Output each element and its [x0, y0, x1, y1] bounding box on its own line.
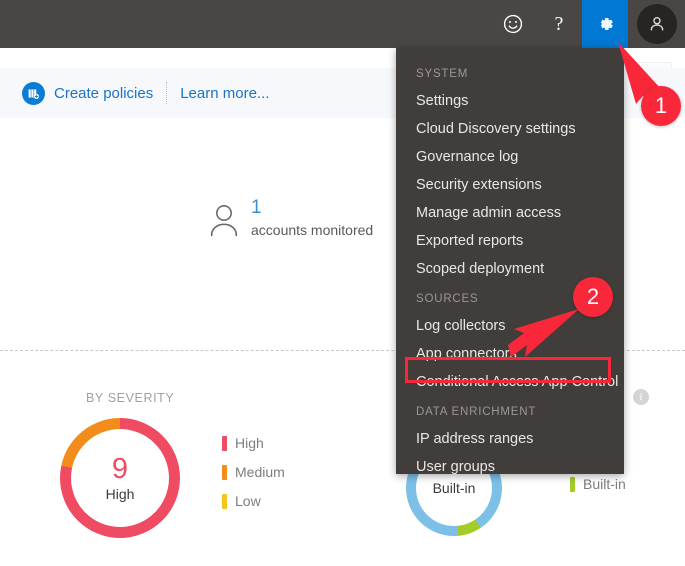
- banner-separator: [166, 82, 168, 104]
- builtin-center-label: Built-in: [432, 480, 476, 496]
- legend-label: Medium: [235, 464, 285, 480]
- menu-group-title-data-enrichment: DATA ENRICHMENT: [416, 406, 537, 418]
- legend-swatch-icon: [222, 435, 227, 451]
- menu-item-conditional-access-app-control[interactable]: Conditional Access App Control: [396, 368, 624, 396]
- menu-item-ip-address-ranges[interactable]: IP address ranges: [396, 425, 624, 453]
- person-outline-glyph-icon: [210, 205, 238, 237]
- avatar: [636, 4, 677, 44]
- menu-item-exported-reports[interactable]: Exported reports: [396, 227, 624, 255]
- create-policies-link[interactable]: Create policies: [54, 85, 153, 102]
- legend-swatch-icon: [222, 464, 227, 480]
- legend-swatch-icon: [222, 493, 227, 509]
- settings-dropdown-menu: SYSTEM Settings Cloud Discovery settings Go…: [396, 48, 624, 475]
- menu-item-governance-log[interactable]: Governance log: [396, 143, 624, 171]
- learn-more-link[interactable]: Learn more...: [180, 85, 269, 102]
- menu-group-title-system: SYSTEM: [416, 68, 469, 80]
- severity-center-value: 9: [111, 452, 129, 485]
- accounts-monitored-widget: 1 accounts monitored: [207, 198, 373, 243]
- menu-item-user-groups[interactable]: User groups: [396, 453, 624, 481]
- feedback-icon[interactable]: [490, 0, 536, 48]
- severity-legend: High Medium Low: [222, 435, 285, 522]
- step-marker-1: 1: [641, 86, 681, 126]
- policy-glyph-icon: [28, 88, 39, 99]
- legend-item: High: [222, 435, 285, 451]
- smiley-icon: [503, 14, 523, 34]
- gear-icon: [600, 18, 613, 30]
- menu-item-settings[interactable]: Settings: [396, 87, 624, 115]
- help-icon[interactable]: ?: [536, 0, 582, 48]
- legend-item: Medium: [222, 464, 285, 480]
- policy-icon: [22, 81, 45, 105]
- accounts-count: 1: [251, 197, 262, 218]
- accounts-monitored-text: 1 accounts monitored: [251, 198, 373, 240]
- severity-donut-center: 9 High: [60, 418, 180, 538]
- menu-item-cloud-discovery-settings[interactable]: Cloud Discovery settings: [396, 115, 624, 143]
- user-avatar[interactable]: [628, 0, 685, 48]
- severity-center-label: High: [105, 485, 135, 502]
- legend-label: High: [235, 435, 264, 451]
- person-outline-icon: [207, 202, 241, 243]
- menu-item-manage-admin-access[interactable]: Manage admin access: [396, 199, 624, 227]
- header-actions: ?: [490, 0, 685, 48]
- settings-icon[interactable]: [582, 0, 628, 48]
- severity-card-title: BY SEVERITY: [86, 391, 175, 405]
- menu-item-app-connectors[interactable]: App connectors: [396, 340, 624, 368]
- step-marker-2: 2: [573, 277, 613, 317]
- question-mark-icon: ?: [554, 13, 564, 35]
- legend-label: Low: [235, 493, 261, 509]
- person-icon: [650, 16, 663, 31]
- legend-item: Low: [222, 493, 285, 509]
- menu-item-security-extensions[interactable]: Security extensions: [396, 171, 624, 199]
- info-icon[interactable]: i: [633, 389, 649, 405]
- accounts-label: accounts monitored: [251, 222, 374, 238]
- app-root: ? ×: [0, 0, 685, 566]
- top-header-bar: ?: [0, 0, 685, 48]
